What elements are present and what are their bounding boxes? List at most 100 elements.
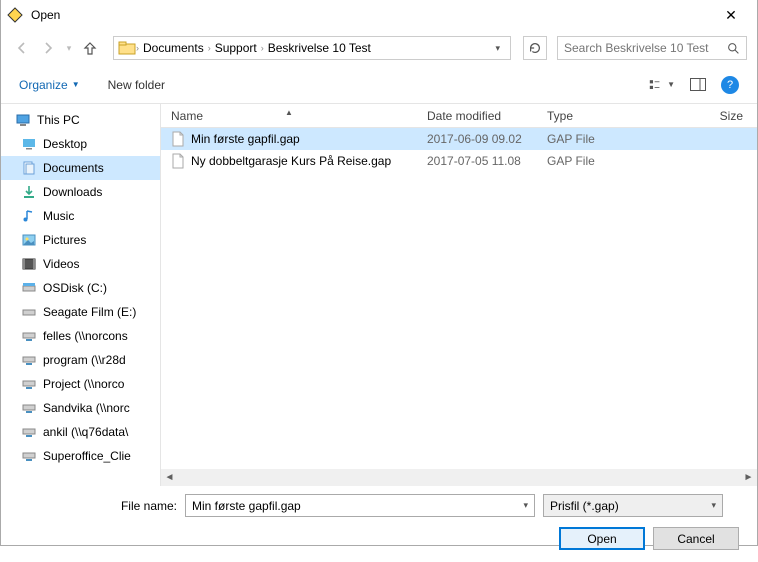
- folder-icon: [118, 39, 136, 57]
- scrollbar-track[interactable]: [195, 469, 723, 486]
- tree-label: Pictures: [43, 233, 86, 247]
- new-folder-button[interactable]: New folder: [108, 78, 165, 92]
- tree-project[interactable]: Project (\\norco: [1, 372, 160, 396]
- tree-label: Music: [43, 209, 74, 223]
- address-bar[interactable]: › Documents › Support › Beskrivelse 10 T…: [113, 36, 511, 60]
- file-list[interactable]: Min første gapfil.gap 2017-06-09 09.02 G…: [161, 128, 757, 469]
- network-drive-icon: [21, 352, 37, 368]
- pc-icon: [15, 112, 31, 128]
- up-button[interactable]: [79, 37, 101, 59]
- tree-label: OSDisk (C:): [43, 281, 107, 295]
- tree-label: Sandvika (\\norc: [43, 401, 130, 415]
- search-input[interactable]: [564, 41, 727, 55]
- tree-label: Downloads: [43, 185, 102, 199]
- tree-music[interactable]: Music: [1, 204, 160, 228]
- toolbar: Organize ▼ New folder ▼ ?: [1, 66, 757, 104]
- refresh-button[interactable]: [523, 36, 547, 60]
- network-drive-icon: [21, 448, 37, 464]
- network-drive-icon: [21, 376, 37, 392]
- tree-label: ankil (\\q76data\: [43, 425, 128, 439]
- tree-superoffice[interactable]: Superoffice_Clie: [1, 444, 160, 468]
- tree-pictures[interactable]: Pictures: [1, 228, 160, 252]
- address-dropdown[interactable]: ▾: [489, 43, 506, 54]
- filename-input[interactable]: [192, 499, 523, 513]
- preview-pane-button[interactable]: [685, 74, 711, 96]
- horizontal-scrollbar[interactable]: ◄ ►: [161, 469, 757, 486]
- file-type: GAP File: [537, 154, 637, 168]
- tree-videos[interactable]: Videos: [1, 252, 160, 276]
- column-headers: Name ▲ Date modified Type Size: [161, 104, 757, 128]
- file-icon: [171, 131, 185, 147]
- dialog-footer: File name: ▾ Prisfil (*.gap) ▾ Open Canc…: [1, 486, 757, 562]
- forward-button: [37, 37, 59, 59]
- help-button[interactable]: ?: [721, 76, 739, 94]
- navigation-row: ▾ › Documents › Support › Beskrivelse 10…: [1, 30, 757, 66]
- file-name: Min første gapfil.gap: [191, 132, 300, 146]
- chevron-down-icon: ▼: [72, 80, 80, 89]
- network-drive-icon: [21, 424, 37, 440]
- drive-icon: [21, 304, 37, 320]
- file-type: GAP File: [537, 132, 637, 146]
- filetype-filter[interactable]: Prisfil (*.gap) ▾: [543, 494, 723, 517]
- filename-label: File name:: [17, 499, 177, 513]
- search-icon[interactable]: [727, 42, 740, 55]
- pictures-icon: [21, 232, 37, 248]
- recent-dropdown[interactable]: ▾: [63, 37, 75, 59]
- tree-this-pc[interactable]: This PC: [1, 108, 160, 132]
- breadcrumb-current[interactable]: Beskrivelse 10 Test: [264, 41, 375, 55]
- file-row[interactable]: Min første gapfil.gap 2017-06-09 09.02 G…: [161, 128, 757, 150]
- cancel-button[interactable]: Cancel: [653, 527, 739, 550]
- app-icon: [7, 7, 23, 23]
- tree-ankil[interactable]: ankil (\\q76data\: [1, 420, 160, 444]
- scroll-right-icon[interactable]: ►: [740, 469, 757, 486]
- tree-label: Documents: [43, 161, 104, 175]
- column-name[interactable]: Name ▲: [161, 109, 417, 123]
- file-list-area: Name ▲ Date modified Type Size Min først…: [161, 104, 757, 486]
- tree-osdisk[interactable]: OSDisk (C:): [1, 276, 160, 300]
- tree-label: This PC: [37, 113, 80, 127]
- breadcrumb-documents[interactable]: Documents: [139, 41, 208, 55]
- tree-desktop[interactable]: Desktop: [1, 132, 160, 156]
- documents-icon: [21, 160, 37, 176]
- tree-downloads[interactable]: Downloads: [1, 180, 160, 204]
- file-date: 2017-06-09 09.02: [417, 132, 537, 146]
- column-size[interactable]: Size: [637, 109, 757, 123]
- close-button[interactable]: ✕: [711, 7, 751, 24]
- back-button: [11, 37, 33, 59]
- tree-felles[interactable]: felles (\\norcons: [1, 324, 160, 348]
- filter-label: Prisfil (*.gap): [550, 499, 711, 513]
- tree-label: Desktop: [43, 137, 87, 151]
- organize-menu[interactable]: Organize ▼: [19, 78, 80, 92]
- chevron-down-icon[interactable]: ▾: [711, 500, 716, 511]
- file-icon: [171, 153, 185, 169]
- file-name: Ny dobbeltgarasje Kurs På Reise.gap: [191, 154, 391, 168]
- navigation-tree[interactable]: This PC Desktop Documents Downloads Musi…: [1, 104, 161, 486]
- view-options-button[interactable]: ▼: [649, 74, 675, 96]
- tree-program[interactable]: program (\\r28d: [1, 348, 160, 372]
- tree-label: Videos: [43, 257, 79, 271]
- column-label: Name: [171, 109, 203, 123]
- tree-label: Project (\\norco: [43, 377, 124, 391]
- downloads-icon: [21, 184, 37, 200]
- file-date: 2017-07-05 11.08: [417, 154, 537, 168]
- sort-indicator-icon: ▲: [285, 108, 293, 117]
- chevron-down-icon[interactable]: ▾: [523, 500, 528, 511]
- videos-icon: [21, 256, 37, 272]
- file-row[interactable]: Ny dobbeltgarasje Kurs På Reise.gap 2017…: [161, 150, 757, 172]
- drive-icon: [21, 280, 37, 296]
- tree-seagate[interactable]: Seagate Film (E:): [1, 300, 160, 324]
- desktop-icon: [21, 136, 37, 152]
- organize-label: Organize: [19, 78, 68, 92]
- search-box[interactable]: [557, 36, 747, 60]
- column-date[interactable]: Date modified: [417, 109, 537, 123]
- tree-documents[interactable]: Documents: [1, 156, 160, 180]
- tree-sandvika[interactable]: Sandvika (\\norc: [1, 396, 160, 420]
- music-icon: [21, 208, 37, 224]
- open-button[interactable]: Open: [559, 527, 645, 550]
- scroll-left-icon[interactable]: ◄: [161, 469, 178, 486]
- filename-combobox[interactable]: ▾: [185, 494, 535, 517]
- breadcrumb-support[interactable]: Support: [211, 41, 261, 55]
- network-drive-icon: [21, 328, 37, 344]
- column-type[interactable]: Type: [537, 109, 637, 123]
- tree-label: program (\\r28d: [43, 353, 126, 367]
